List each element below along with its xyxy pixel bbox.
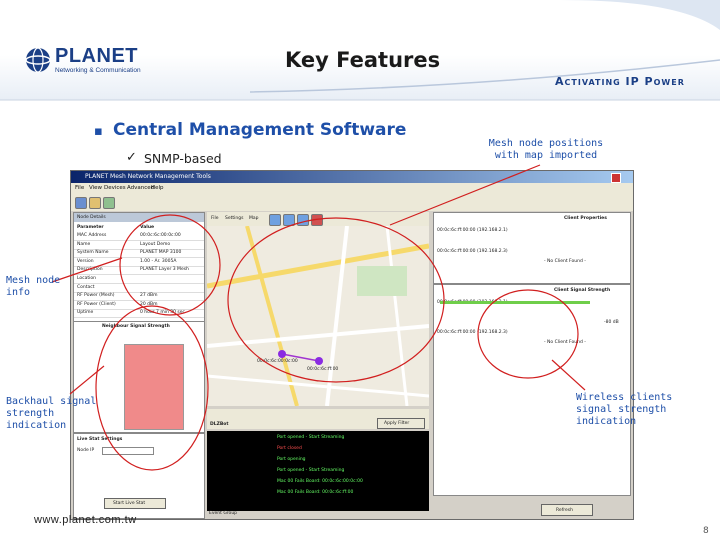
- footer-url[interactable]: www.planet.com.tw: [34, 514, 137, 526]
- page-number: 8: [703, 526, 709, 536]
- backhaul-circle: [95, 305, 209, 471]
- callout-backhaul: Backhaul signal strength indication: [6, 396, 97, 431]
- node-info-circle: [119, 214, 221, 316]
- map-circle: [227, 217, 445, 383]
- callout-wireless: Wireless clients signal strength indicatio…: [576, 392, 673, 427]
- wireless-circle: [477, 289, 579, 379]
- callout-annotations: [51, 164, 586, 471]
- callout-mesh-positions: Mesh node positions with map imported: [488, 138, 604, 161]
- callout-node-info: Mesh node info: [6, 275, 61, 298]
